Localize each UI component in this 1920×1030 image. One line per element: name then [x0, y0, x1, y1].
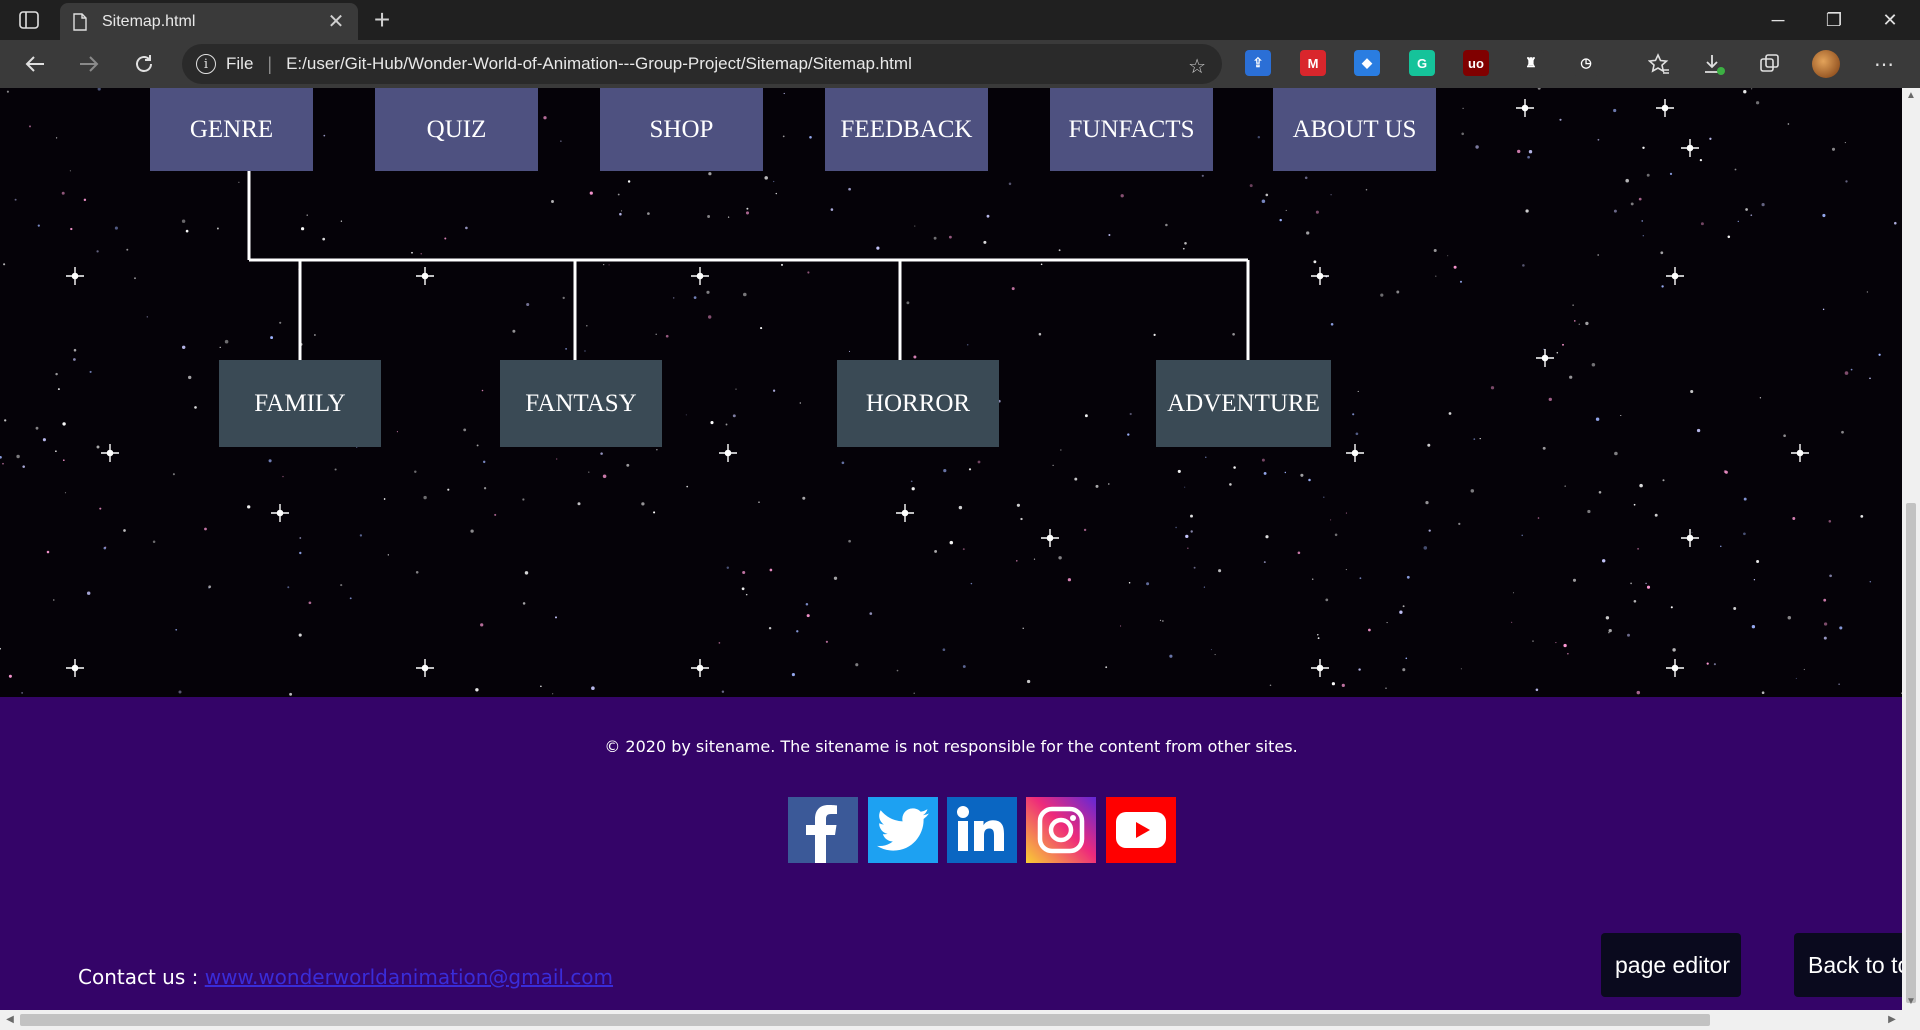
browser-tab-active[interactable]: Sitemap.html ✕	[60, 3, 358, 40]
restore-button[interactable]: ❐	[1814, 4, 1854, 36]
address-separator: |	[267, 53, 273, 74]
browser-titlebar: Sitemap.html ✕ + ─ ❐ ✕	[0, 0, 1920, 40]
genre-horror[interactable]: HORROR	[837, 360, 999, 447]
scrollbar-corner	[1902, 1010, 1920, 1030]
tab-title: Sitemap.html	[102, 12, 196, 30]
nav-shop[interactable]: SHOP	[600, 88, 763, 171]
blue-ext-icon[interactable]: ◆	[1354, 50, 1380, 76]
contact-us: Contact us : www.wonderworldanimation@gm…	[78, 965, 613, 989]
browser-toolbar: i File | E:/user/Git-Hub/Wonder-World-of…	[0, 40, 1920, 88]
scroll-right-arrow-icon[interactable]: ▶	[1884, 1012, 1900, 1028]
info-icon[interactable]: i	[196, 54, 216, 74]
minimize-button[interactable]: ─	[1758, 4, 1798, 36]
nav-genre[interactable]: GENRE	[150, 88, 313, 171]
nav-feedback[interactable]: FEEDBACK	[825, 88, 988, 171]
twitter-icon[interactable]	[868, 797, 938, 863]
grammarly-ext-icon[interactable]: G	[1409, 50, 1435, 76]
url-text[interactable]: E:/user/Git-Hub/Wonder-World-of-Animatio…	[286, 54, 912, 74]
linkedin-icon[interactable]	[947, 797, 1017, 863]
genre-adventure[interactable]: ADVENTURE	[1156, 360, 1331, 447]
mendeley-ext-icon[interactable]: M	[1300, 50, 1326, 76]
file-label: File	[226, 54, 254, 73]
nav-quiz[interactable]: QUIZ	[375, 88, 538, 171]
add-favorite-icon[interactable]: ☆	[1188, 54, 1206, 79]
vertical-scrollbar[interactable]: ▲ ▼	[1902, 88, 1920, 1010]
scroll-up-arrow-icon[interactable]: ▲	[1902, 88, 1920, 104]
clock-ext-icon[interactable]: ◷	[1573, 50, 1599, 76]
genre-fantasy[interactable]: FANTASY	[500, 360, 662, 447]
facebook-icon[interactable]	[788, 797, 858, 863]
downloads-icon[interactable]	[1700, 50, 1728, 78]
ublock-ext-icon[interactable]: uo	[1463, 50, 1489, 76]
horizontal-scrollbar[interactable]: ◀ ▶	[0, 1010, 1902, 1030]
scroll-left-arrow-icon[interactable]: ◀	[2, 1012, 18, 1028]
profile-icon[interactable]	[1812, 50, 1840, 78]
reload-icon[interactable]	[126, 46, 162, 82]
youtube-icon[interactable]	[1106, 797, 1176, 863]
tab-actions-icon[interactable]	[18, 10, 40, 30]
bookmark-ext-icon[interactable]: ⇪	[1245, 50, 1271, 76]
new-tab-button[interactable]: +	[368, 5, 396, 35]
horizontal-scroll-thumb[interactable]	[20, 1014, 1710, 1026]
scroll-down-arrow-icon[interactable]: ▼	[1902, 994, 1920, 1010]
vertical-scroll-thumb[interactable]	[1906, 503, 1916, 1003]
close-window-button[interactable]: ✕	[1870, 4, 1910, 36]
genre-family[interactable]: FAMILY	[219, 360, 381, 447]
back-icon[interactable]	[17, 46, 53, 82]
nav-funfacts[interactable]: FUNFACTS	[1050, 88, 1213, 171]
instagram-icon[interactable]	[1026, 797, 1096, 863]
page-viewport: GENRE QUIZ SHOP FEEDBACK FUNFACTS ABOUT …	[0, 88, 1902, 1010]
tab-close-icon[interactable]: ✕	[326, 9, 346, 34]
github-ext-icon[interactable]: ♜	[1518, 50, 1544, 76]
more-icon[interactable]: ⋯	[1870, 50, 1898, 78]
document-icon	[73, 12, 87, 31]
back-to-top-button[interactable]: Back to top	[1794, 933, 1902, 997]
nav-about-us[interactable]: ABOUT US	[1273, 88, 1436, 171]
forward-icon[interactable]	[71, 46, 107, 82]
collections-icon[interactable]	[1756, 50, 1784, 78]
favorites-icon[interactable]	[1645, 50, 1673, 78]
page-footer: © 2020 by sitename. The sitename is not …	[0, 697, 1902, 1010]
copyright-text: © 2020 by sitename. The sitename is not …	[604, 737, 1298, 756]
page-editor-button[interactable]: page editor	[1601, 933, 1741, 997]
contact-label: Contact us :	[78, 965, 205, 989]
contact-email-link[interactable]: www.wonderworldanimation@gmail.com	[205, 965, 613, 989]
address-bar[interactable]: i File | E:/user/Git-Hub/Wonder-World-of…	[182, 44, 1222, 84]
